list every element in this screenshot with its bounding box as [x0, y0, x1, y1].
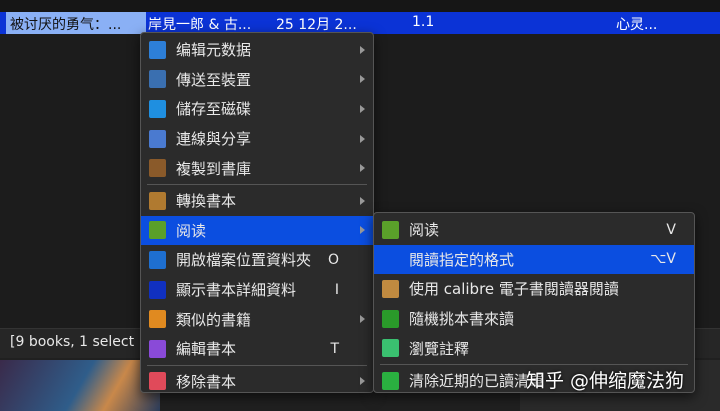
menu-item-label: 顯示書本詳細資料 [176, 281, 297, 300]
watermark: 知乎 @伸缩魔法狗 [526, 370, 685, 392]
cell-version[interactable]: 1.1 [412, 14, 434, 30]
chevron-right-icon [360, 134, 365, 143]
menu-item-label: 阅读 [409, 221, 440, 240]
connect-share-icon [149, 129, 166, 148]
chevron-right-icon [360, 104, 365, 113]
convert-book-icon [149, 191, 166, 210]
cell-author[interactable]: 岸見一郎 & 古... [148, 14, 251, 34]
edit-metadata-icon [149, 40, 166, 59]
menu-item-label: 轉換書本 [176, 192, 237, 211]
menu-item[interactable]: 開啟檔案位置資料夾 O [141, 245, 373, 275]
status-text: [9 books, 1 select [10, 334, 135, 350]
menu-separator [147, 183, 367, 185]
menu-item-label: 隨機挑本書來讀 [409, 310, 515, 329]
menu-item[interactable]: 阅读 V [374, 215, 694, 245]
shortcut-label: V [666, 221, 676, 238]
remove-book-icon [149, 372, 166, 391]
random-dice-icon [382, 309, 399, 328]
book-cover-image [0, 360, 160, 411]
menu-item-label: 連線與分享 [176, 130, 252, 149]
chevron-right-icon [360, 196, 365, 205]
shortcut-label: ⌥V [650, 251, 676, 268]
menu-item[interactable]: 連線與分享 [141, 124, 373, 154]
edit-book-icon [149, 339, 166, 358]
menu-item[interactable]: 複製到書庫 [141, 153, 373, 183]
similar-books-icon [149, 310, 166, 329]
copy-to-library-icon [149, 159, 166, 178]
menu-item[interactable]: 隨機挑本書來讀 [374, 304, 694, 334]
menu-item[interactable]: 儲存至磁碟 [141, 94, 373, 124]
cell-title[interactable]: 被讨厌的勇气：... [6, 12, 146, 34]
shortcut-label: T [330, 340, 339, 357]
chevron-right-icon [360, 45, 365, 54]
menu-item[interactable]: 阅读 [141, 215, 373, 246]
menu-item-label: 瀏覽註釋 [409, 339, 470, 358]
menu-item[interactable]: 使用 calibre 電子書閱讀器閱讀 [374, 274, 694, 304]
menu-item[interactable]: 轉換書本 [141, 186, 373, 216]
menu-item[interactable]: 顯示書本詳細資料 I [141, 275, 373, 305]
menu-item[interactable]: 類似的書籍 [141, 304, 373, 334]
menu-separator [147, 364, 367, 366]
cell-date[interactable]: 25 12月 2... [276, 14, 357, 34]
chevron-right-icon [360, 377, 365, 386]
menu-item[interactable]: 移除書本 [141, 367, 373, 397]
chevron-right-icon [360, 315, 365, 324]
menu-item[interactable]: 編輯書本 T [141, 334, 373, 364]
context-menu: 编辑元数据傳送至裝置儲存至磁碟連線與分享複製到書庫轉換書本阅读開啟檔案位置資料夾… [140, 32, 374, 393]
menu-item-label: 编辑元数据 [176, 41, 252, 60]
menu-item[interactable]: 閱讀指定的格式 ⌥V [374, 244, 694, 275]
menu-item-label: 編輯書本 [176, 340, 237, 359]
highlighter-icon [382, 339, 399, 358]
menu-item-label: 阅读 [176, 221, 207, 240]
menu-item-label: 使用 calibre 電子書閱讀器閱讀 [409, 280, 619, 299]
save-to-disk-icon [149, 99, 166, 118]
menu-item-label: 類似的書籍 [176, 310, 252, 329]
info-icon [149, 280, 166, 299]
open-folder-icon [149, 250, 166, 269]
chevron-right-icon [360, 164, 365, 173]
calibre-viewer-icon [382, 279, 399, 298]
menu-item[interactable]: 瀏覽註釋 [374, 333, 694, 363]
menu-item-label: 移除書本 [176, 372, 237, 391]
menu-item-label: 複製到書庫 [176, 159, 252, 178]
menu-item[interactable]: 傳送至裝置 [141, 65, 373, 95]
chevron-right-icon [360, 226, 365, 235]
menu-item-label: 開啟檔案位置資料夾 [176, 251, 312, 270]
send-to-device-icon [149, 70, 166, 89]
shortcut-label: I [334, 281, 339, 298]
chevron-right-icon [360, 75, 365, 84]
read-book-icon [382, 220, 399, 239]
menu-item-label: 傳送至裝置 [176, 70, 252, 89]
shortcut-label: O [327, 251, 339, 268]
read-book-icon [149, 221, 166, 240]
table-row-selected[interactable]: 被讨厌的勇气：... 岸見一郎 & 古... 25 12月 2... 1.1 心… [0, 12, 720, 34]
menu-item-label: 儲存至磁碟 [176, 100, 252, 119]
recycle-icon [382, 371, 399, 390]
table-header-strip [0, 0, 720, 12]
blank-icon [382, 250, 399, 268]
cell-tags[interactable]: 心灵... [616, 14, 657, 34]
menu-item[interactable]: 编辑元数据 [141, 35, 373, 65]
menu-separator [380, 363, 688, 365]
